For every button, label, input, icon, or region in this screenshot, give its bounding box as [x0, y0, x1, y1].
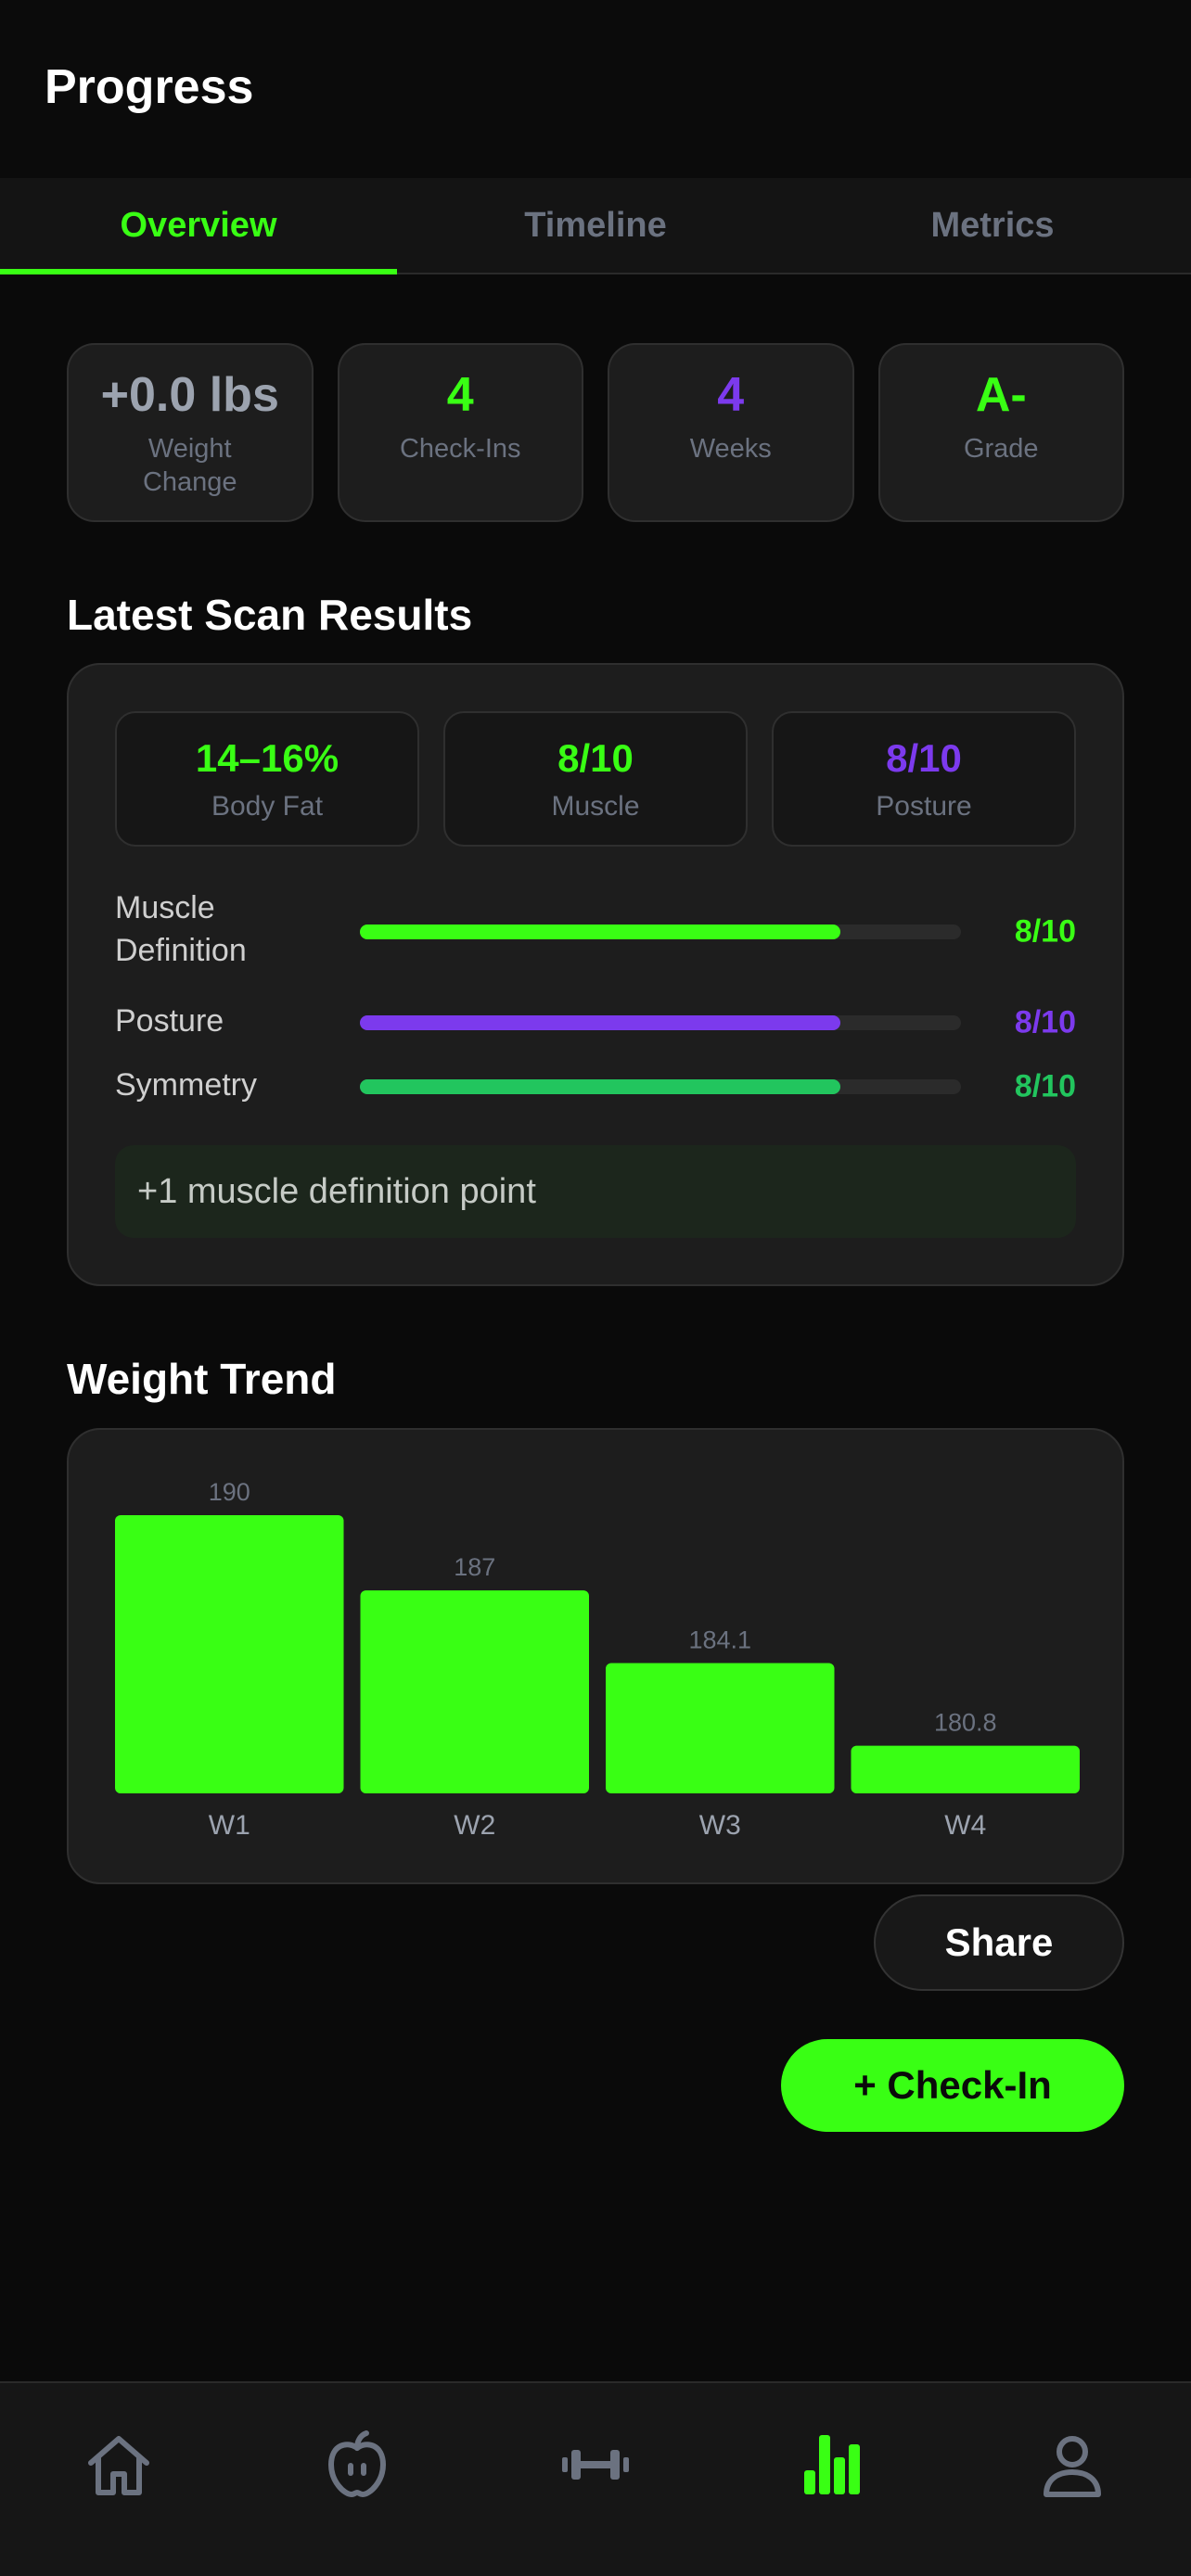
stat-check-ins: 4 Check-Ins — [337, 343, 583, 522]
scan-value: 8/10 — [886, 736, 962, 780]
progress-note: +1 muscle definition point — [115, 1145, 1076, 1238]
metric-bar-track — [360, 1079, 961, 1094]
stat-value: 4 — [446, 368, 474, 422]
share-button[interactable]: Share — [874, 1894, 1124, 1991]
scan-label: Muscle — [551, 791, 640, 822]
bar-value-label: 187 — [454, 1553, 495, 1581]
page-title: Progress — [45, 60, 254, 114]
bar-w2 — [360, 1590, 589, 1793]
stat-label: Check-Ins — [399, 434, 521, 464]
metric-label: Symmetry — [115, 1067, 257, 1103]
stat-label: Weeks — [689, 434, 772, 464]
bar-w4 — [851, 1745, 1080, 1793]
metric-row-symmetry: Symmetry 8/10 — [115, 1059, 1076, 1115]
scan-box-body-fat: 14–16% Body Fat — [115, 711, 419, 847]
metric-bar-track — [360, 1015, 961, 1030]
scan-results-card: 14–16% Body Fat 8/10 Muscle 8/10 Posture… — [67, 663, 1124, 1286]
summary-stats: +0.0 lbs Weight Change 4 Check-Ins 4 Wee… — [67, 343, 1124, 522]
nav-progress[interactable] — [778, 2428, 890, 2520]
bar-value-label: 184.1 — [688, 1626, 751, 1653]
scan-value: 8/10 — [557, 736, 634, 780]
scan-label: Posture — [876, 791, 972, 822]
profile-icon — [1043, 2436, 1101, 2497]
home-icon — [88, 2436, 150, 2495]
metric-bar-fill — [360, 1079, 841, 1094]
x-tick-label: W4 — [944, 1810, 986, 1841]
scan-box-muscle: 8/10 Muscle — [443, 711, 748, 847]
tab-timeline[interactable]: Timeline — [397, 178, 794, 273]
stat-weeks: 4 Weeks — [608, 343, 854, 522]
bar-value-label: 180.8 — [934, 1709, 997, 1737]
x-tick-label: W3 — [699, 1810, 741, 1841]
nav-workouts[interactable] — [540, 2428, 651, 2520]
bar-value-label: 190 — [209, 1478, 250, 1506]
scan-box-posture: 8/10 Posture — [772, 711, 1076, 847]
scan-value: 14–16% — [195, 736, 339, 780]
bar-chart-icon — [803, 2435, 860, 2494]
metric-score: 8/10 — [1014, 1004, 1076, 1040]
apple-icon — [328, 2430, 387, 2497]
stat-value: +0.0 lbs — [100, 368, 279, 422]
x-tick-label: W2 — [454, 1810, 495, 1841]
stat-value: 4 — [717, 368, 745, 422]
metric-label: Muscle Definition — [115, 890, 247, 968]
x-tick-label: W1 — [209, 1810, 250, 1841]
nav-home[interactable] — [63, 2428, 174, 2520]
stat-label: Grade — [963, 434, 1039, 464]
header: Progress — [0, 0, 1191, 178]
weight-trend-chart-card: 190 W1 187 W2 184.1 W3 180.8 W4 — [67, 1428, 1124, 1884]
metric-bar-track — [360, 925, 961, 939]
metric-label: Posture — [115, 1003, 224, 1039]
dumbbell-icon — [561, 2450, 629, 2480]
tab-overview[interactable]: Overview — [0, 178, 397, 274]
metric-score: 8/10 — [1014, 1068, 1076, 1104]
bar-w3 — [606, 1663, 835, 1793]
metric-bar-fill — [360, 1015, 841, 1030]
bar-w1 — [115, 1515, 344, 1793]
scan-label: Body Fat — [211, 791, 324, 822]
stat-label: Weight Change — [142, 434, 237, 498]
nav-nutrition[interactable] — [301, 2428, 413, 2520]
weight-trend-title: Weight Trend — [67, 1355, 337, 1403]
scan-section-title: Latest Scan Results — [67, 591, 473, 639]
bottom-nav — [0, 2381, 1191, 2576]
stat-grade: A- Grade — [877, 343, 1124, 522]
scan-summary-boxes: 14–16% Body Fat 8/10 Muscle 8/10 Posture — [115, 711, 1076, 847]
weight-trend-chart: 190 W1 187 W2 184.1 W3 180.8 W4 — [115, 1478, 1080, 1841]
metric-score: 8/10 — [1014, 913, 1076, 950]
metric-row-muscle-definition: Muscle Definition 8/10 — [115, 887, 1076, 976]
add-check-in-button[interactable]: + Check-In — [781, 2039, 1124, 2132]
metric-row-posture: Posture 8/10 — [115, 995, 1076, 1051]
nav-profile[interactable] — [1017, 2428, 1128, 2520]
tab-bar: Overview Timeline Metrics — [0, 178, 1191, 274]
metric-bar-fill — [360, 925, 841, 939]
tab-metrics[interactable]: Metrics — [794, 178, 1191, 273]
stat-value: A- — [975, 368, 1027, 422]
stat-weight-change: +0.0 lbs Weight Change — [67, 343, 314, 522]
